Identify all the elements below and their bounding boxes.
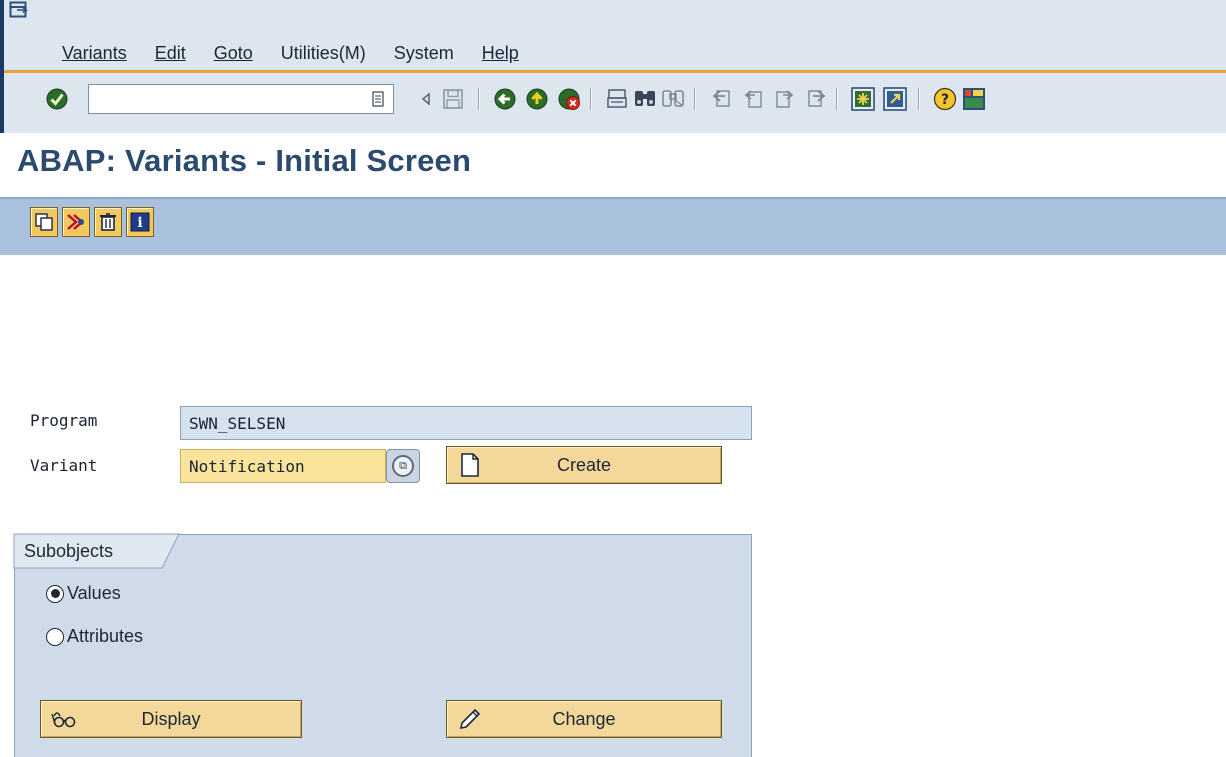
toolbar-separator [478,88,480,110]
change-button-label: Change [552,708,616,729]
information-icon: i [130,212,150,232]
rename-variant-button[interactable] [62,207,90,237]
radio-selected-icon[interactable] [46,584,64,603]
rename-icon [67,214,84,230]
copy-icon [35,213,53,231]
menu-edit[interactable]: Edit [155,43,186,64]
back-icon[interactable] [492,86,518,112]
program-field[interactable]: SWN_SELSEN [180,406,752,440]
values-radio[interactable]: Values [46,583,121,604]
subobjects-tab-header [13,533,180,569]
display-button-label: Display [141,708,201,729]
application-toolbar [0,197,1226,255]
print-icon[interactable] [604,86,630,112]
information-button[interactable]: i [126,207,154,237]
help-icon[interactable]: ? [932,86,958,112]
menu-variants[interactable]: Variants [62,43,127,64]
last-page-icon[interactable] [804,86,830,112]
page-title: ABAP: Variants - Initial Screen [17,143,472,178]
create-session-icon[interactable] [850,86,876,112]
attributes-radio-label: Attributes [67,626,144,646]
layout-menu-icon[interactable] [962,86,986,112]
create-button-label: Create [556,454,612,475]
variant-label: Variant [30,456,98,475]
command-field[interactable] [88,84,394,114]
find-icon[interactable] [632,86,658,112]
next-page-icon[interactable] [772,86,798,112]
values-radio-label: Values [67,583,121,603]
find-next-icon[interactable] [660,86,686,112]
menu-goto[interactable]: Goto [214,43,253,64]
copy-variant-button[interactable] [30,207,58,237]
toolbar-separator [918,88,920,110]
program-label: Program [30,411,98,430]
svg-text:i: i [137,215,142,231]
display-button[interactable]: Display [40,700,302,738]
cancel-icon[interactable] [556,86,582,112]
collapse-command-icon[interactable] [418,86,434,112]
menu-help[interactable]: Help [482,43,519,64]
change-button[interactable]: Change [446,700,722,738]
menu-utilities[interactable]: Utilities(M) [281,43,366,64]
variant-value-help-button[interactable]: ⧉ [386,449,420,483]
save-icon[interactable] [440,86,466,112]
delete-variant-button[interactable] [94,207,122,237]
radio-unselected-icon[interactable] [46,627,64,646]
value-help-icon: ⧉ [392,455,414,477]
exit-icon[interactable] [524,86,550,112]
previous-page-icon[interactable] [740,86,766,112]
create-button[interactable]: Create [446,446,722,484]
menu-bar: Variants Edit Goto Utilities(M) System H… [0,38,519,68]
toolbar-separator [694,88,696,110]
system-menu-icon[interactable] [9,1,31,19]
shortcut-icon[interactable] [882,86,908,112]
variant-field[interactable]: Notification [180,449,386,483]
first-page-icon[interactable] [708,86,734,112]
enter-icon[interactable] [44,86,70,112]
delete-icon [100,213,116,231]
toolbar-separator [836,88,838,110]
history-icon[interactable] [368,86,388,112]
menu-system[interactable]: System [394,43,454,64]
toolbar-separator [590,88,592,110]
svg-text:?: ? [941,92,949,108]
attributes-radio[interactable]: Attributes [46,626,143,647]
